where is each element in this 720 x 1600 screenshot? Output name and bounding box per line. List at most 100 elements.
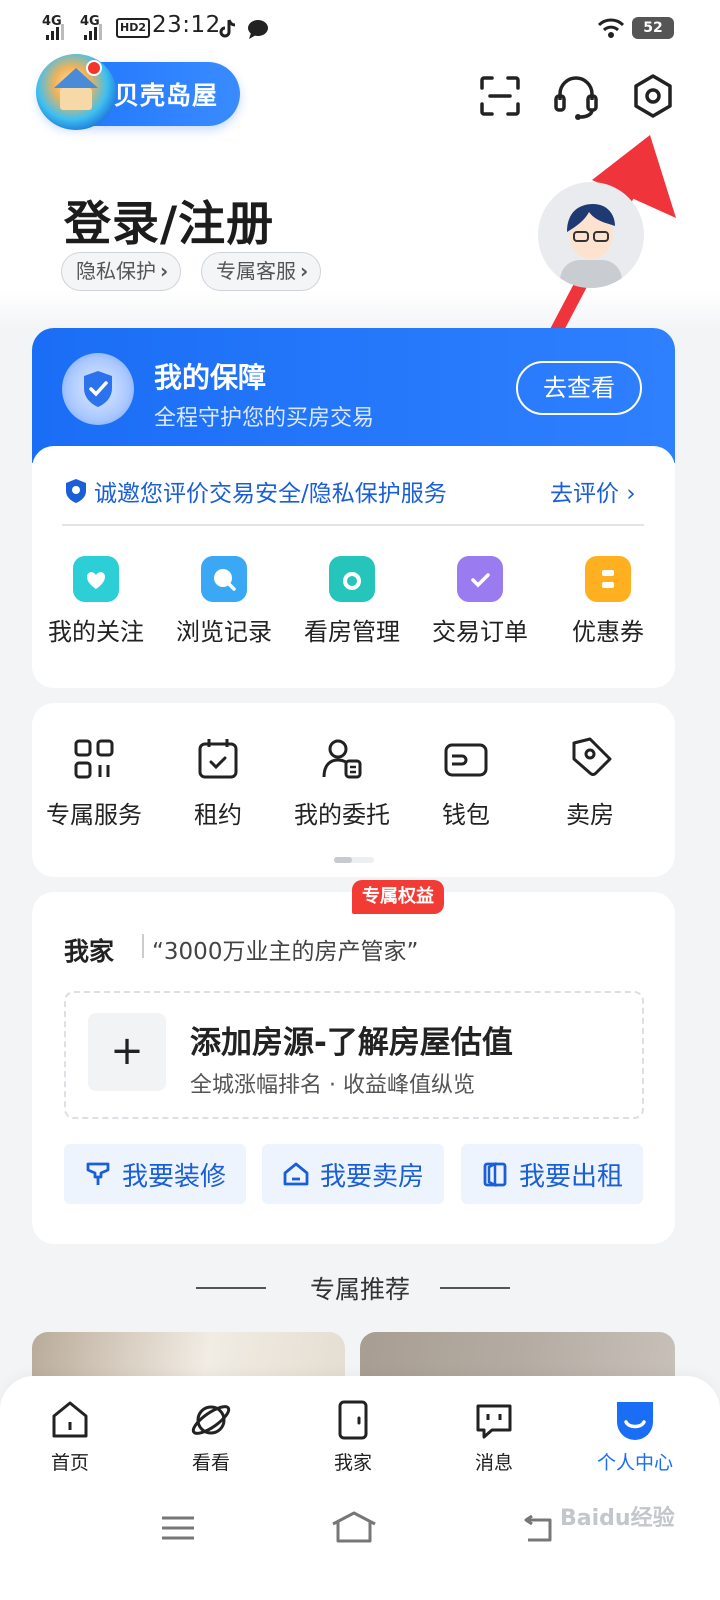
chat-bubble-icon [248, 20, 268, 39]
chevron-right-icon: › [160, 259, 169, 283]
service-label: 我的委托 [294, 801, 390, 829]
quick-link-label: 交易订单 [432, 618, 528, 646]
add-property-subtitle: 全城涨幅排名 · 收益峰值纵览 [190, 1073, 475, 1098]
paint-roller-icon [86, 1162, 110, 1185]
quick-link-viewing[interactable]: 看房管理 [288, 556, 416, 647]
invite-label: 诚邀您评价交易安全/隐私保护服务 [94, 481, 447, 507]
view-guarantee-button[interactable]: 去查看 [516, 361, 642, 415]
wallet-icon [444, 743, 488, 777]
planet-icon [191, 1405, 231, 1435]
door-icon [338, 1400, 368, 1440]
logo-house-icon [36, 54, 116, 130]
tab-home[interactable]: 首页 [20, 1398, 120, 1475]
avatar[interactable] [538, 182, 644, 288]
service-label: 专属服务 [46, 801, 142, 829]
quick-link-label: 我的关注 [48, 618, 144, 646]
guarantee-subtitle: 全程守护您的买房交易 [154, 406, 375, 431]
tab-label: 看看 [191, 1452, 230, 1474]
app-logo[interactable]: 贝壳岛屋 [36, 54, 240, 130]
tab-my-home[interactable]: 我家 [303, 1398, 403, 1475]
my-guarantee-card: 我的保障 全程守护您的买房交易 去查看 诚邀您评价交易安全/隐私保护服务 去评价… [32, 328, 675, 688]
privacy-label: 隐私保护 [76, 259, 156, 283]
chevron-right-icon: › [626, 481, 636, 507]
quick-link-label: 看房管理 [304, 618, 400, 646]
guarantee-body: 诚邀您评价交易安全/隐私保护服务 去评价 › 我的关注 浏览记录 看房管理 交易… [32, 446, 675, 688]
message-icon [476, 1404, 512, 1439]
bottom-tab-bar: 首页 看看 我家 消息 个人中心 [0, 1376, 720, 1504]
rate-link[interactable]: 去评价 › [550, 474, 636, 508]
folder-icon [329, 556, 375, 602]
page-indicator [334, 857, 374, 863]
tiktok-icon [219, 19, 236, 38]
service-entrust[interactable]: 我的委托 [280, 735, 404, 830]
back-icon[interactable] [520, 1514, 556, 1544]
renovate-label: 我要装修 [121, 1161, 226, 1192]
add-property-box[interactable]: + 添加房源-了解房屋估值 全城涨幅排名 · 收益峰值纵览 [64, 991, 644, 1119]
login-register-link[interactable]: 登录/注册 [64, 185, 274, 254]
house-icon [283, 1162, 309, 1186]
guarantee-banner: 我的保障 全程守护您的买房交易 去查看 [32, 328, 675, 463]
door-open-icon [483, 1161, 507, 1188]
service-exclusive[interactable]: 专属服务 [32, 735, 156, 830]
rent-out-button[interactable]: 我要出租 [461, 1144, 643, 1204]
guarantee-title: 我的保障 [154, 361, 267, 394]
quick-link-label: 优惠券 [572, 618, 644, 646]
service-wallet[interactable]: 钱包 [404, 735, 528, 830]
profile-face-icon [617, 1402, 653, 1440]
tab-label: 消息 [474, 1452, 513, 1474]
rent-out-label: 我要出租 [518, 1161, 623, 1192]
person-doc-icon [322, 739, 362, 779]
invite-review-text[interactable]: 诚邀您评价交易安全/隐私保护服务 [64, 474, 447, 508]
calendar-check-icon [198, 739, 238, 779]
privacy-protection-pill[interactable]: 隐私保护 › [61, 252, 182, 291]
exclusive-service-pill[interactable]: 专属客服 › [201, 252, 322, 291]
menu-icon[interactable] [160, 1514, 196, 1542]
sell-house-label: 我要卖房 [319, 1161, 424, 1192]
quick-link-history[interactable]: 浏览记录 [160, 556, 288, 647]
my-home-subtitle: “3000万业主的房产管家” [152, 939, 419, 965]
plus-icon: + [88, 1013, 166, 1091]
exclusive-benefit-badge: 专属权益 [352, 880, 444, 914]
quick-link-label: 浏览记录 [176, 618, 272, 646]
home-nav-icon[interactable] [330, 1510, 378, 1544]
home-icon [52, 1401, 88, 1438]
service-sell[interactable]: 卖房 [528, 735, 652, 830]
service-label: 租约 [194, 801, 242, 829]
quick-link-favorites[interactable]: 我的关注 [32, 556, 160, 647]
services-row: 专属服务 租约 我的委托 钱包 卖房 [32, 735, 675, 830]
baidu-watermark: Baidu经验 [560, 1506, 675, 1531]
signal-icon [84, 24, 102, 40]
logo-text: 贝壳岛屋 [114, 81, 219, 110]
divider [440, 1287, 510, 1289]
divider [62, 524, 644, 526]
hd-badge: HD2 [116, 18, 150, 38]
add-property-title: 添加房源-了解房屋估值 [190, 1025, 513, 1061]
battery-indicator: 52 [632, 17, 674, 39]
tab-messages[interactable]: 消息 [444, 1398, 544, 1475]
quick-link-coupons[interactable]: 优惠券 [544, 556, 672, 647]
clipboard-icon [457, 556, 503, 602]
avatar-person-icon [560, 204, 622, 288]
services-card: 专属服务 租约 我的委托 钱包 卖房 [32, 703, 675, 877]
tab-label: 个人中心 [596, 1452, 673, 1474]
sell-house-button[interactable]: 我要卖房 [262, 1144, 444, 1204]
my-home-card: 我家 “3000万业主的房产管家” + 添加房源-了解房屋估值 全城涨幅排名 ·… [32, 880, 675, 1244]
renovate-button[interactable]: 我要装修 [64, 1144, 246, 1204]
service-lease[interactable]: 租约 [156, 735, 280, 830]
quick-link-orders[interactable]: 交易订单 [416, 556, 544, 647]
status-bar: 4G 4G HD2 23:12 52 [0, 12, 720, 44]
tab-label: 我家 [333, 1452, 372, 1474]
shield-check-icon [62, 353, 134, 425]
tab-profile[interactable]: 个人中心 [585, 1398, 685, 1475]
signal-icon [46, 24, 64, 40]
service-label: 专属客服 [216, 259, 296, 283]
divider [142, 934, 144, 958]
recommend-title: 专属推荐 [309, 1275, 410, 1304]
tab-label: 首页 [50, 1452, 89, 1474]
heart-icon [73, 556, 119, 602]
service-label: 卖房 [566, 801, 614, 829]
notification-dot [86, 60, 102, 76]
tab-look[interactable]: 看看 [161, 1398, 261, 1475]
search-icon [201, 556, 247, 602]
wifi-icon [598, 18, 624, 38]
